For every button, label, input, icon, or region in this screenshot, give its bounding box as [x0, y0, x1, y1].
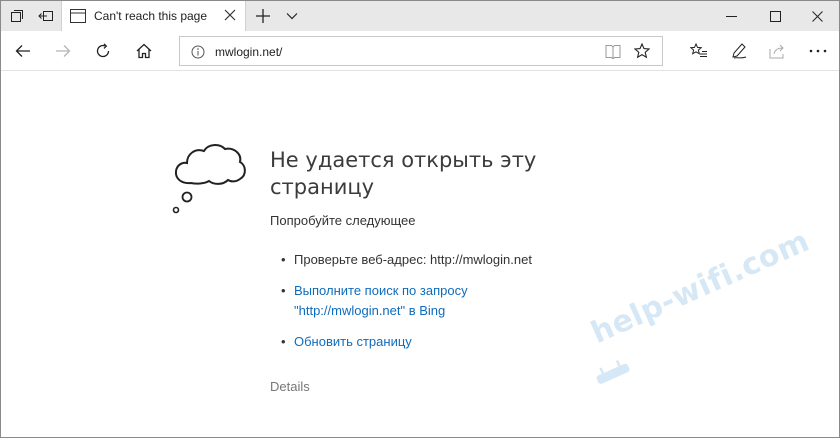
- navigation-bar: mwlogin.net/: [1, 31, 839, 71]
- close-window-icon: [811, 10, 823, 22]
- back-button[interactable]: [3, 31, 43, 71]
- check-address-text: Проверьте веб-адрес: http://mwlogin.net: [294, 252, 532, 267]
- list-item: Выполните поиск по запросу "http://mwlog…: [281, 281, 532, 321]
- error-heading: Не удается открыть эту страницу: [270, 148, 537, 199]
- list-item: Обновить страницу: [281, 332, 532, 352]
- favorites-hub-icon: [690, 43, 707, 57]
- browser-window: Can't reach this page mwlogin.net/ Не уд…: [0, 0, 840, 438]
- tab-preview-button[interactable]: [35, 1, 57, 31]
- minimize-icon: [725, 15, 737, 17]
- bing-search-link[interactable]: Выполните поиск по запросу "http://mwlog…: [294, 281, 494, 321]
- refresh-button[interactable]: [83, 31, 123, 71]
- favorite-star-icon[interactable]: [634, 43, 650, 59]
- more-button[interactable]: [798, 31, 838, 71]
- list-item: Проверьте веб-адрес: http://mwlogin.net: [281, 250, 532, 270]
- watermark: help-wifi.com: [586, 223, 815, 351]
- share-button[interactable]: [758, 31, 798, 71]
- refresh-icon: [96, 43, 110, 58]
- address-bar[interactable]: mwlogin.net/: [179, 36, 663, 66]
- url-text[interactable]: mwlogin.net/: [215, 45, 282, 59]
- maximize-button[interactable]: [752, 1, 798, 31]
- tab-set-aside-icon: [11, 10, 23, 22]
- error-subheading: Попробуйте следующее: [270, 213, 416, 228]
- favorites-hub-button[interactable]: [679, 31, 719, 71]
- share-icon: [769, 44, 784, 59]
- close-icon[interactable]: [223, 8, 237, 22]
- tab-title: Can't reach this page: [94, 9, 208, 23]
- info-icon[interactable]: [191, 45, 205, 59]
- suggestion-list: Проверьте веб-адрес: http://mwlogin.net …: [281, 250, 532, 363]
- reading-view-icon[interactable]: [605, 44, 621, 59]
- forward-icon: [56, 45, 71, 57]
- home-button[interactable]: [124, 31, 164, 71]
- minimize-button[interactable]: [708, 1, 754, 31]
- new-tab-icon: [256, 9, 270, 23]
- chevron-down-icon: [286, 13, 298, 20]
- pen-icon: [732, 43, 747, 59]
- tab-preview-icon: [38, 11, 53, 21]
- web-note-button[interactable]: [719, 31, 759, 71]
- more-icon: [809, 49, 827, 53]
- router-icon: [596, 360, 630, 384]
- tab-list-button[interactable]: [282, 1, 302, 31]
- tab-bar: Can't reach this page: [1, 1, 839, 32]
- cloud-icon: [172, 144, 246, 214]
- maximize-icon: [769, 10, 781, 22]
- tab-active[interactable]: Can't reach this page: [61, 1, 246, 32]
- home-icon: [136, 43, 152, 59]
- tab-page-icon: [70, 9, 86, 23]
- tabs-aside-button[interactable]: [7, 1, 27, 31]
- back-icon: [15, 45, 30, 57]
- details-link[interactable]: Details: [270, 379, 310, 394]
- forward-button[interactable]: [43, 31, 83, 71]
- refresh-page-link[interactable]: Обновить страницу: [294, 332, 494, 352]
- new-tab-button[interactable]: [252, 1, 274, 31]
- close-window-button[interactable]: [794, 1, 839, 31]
